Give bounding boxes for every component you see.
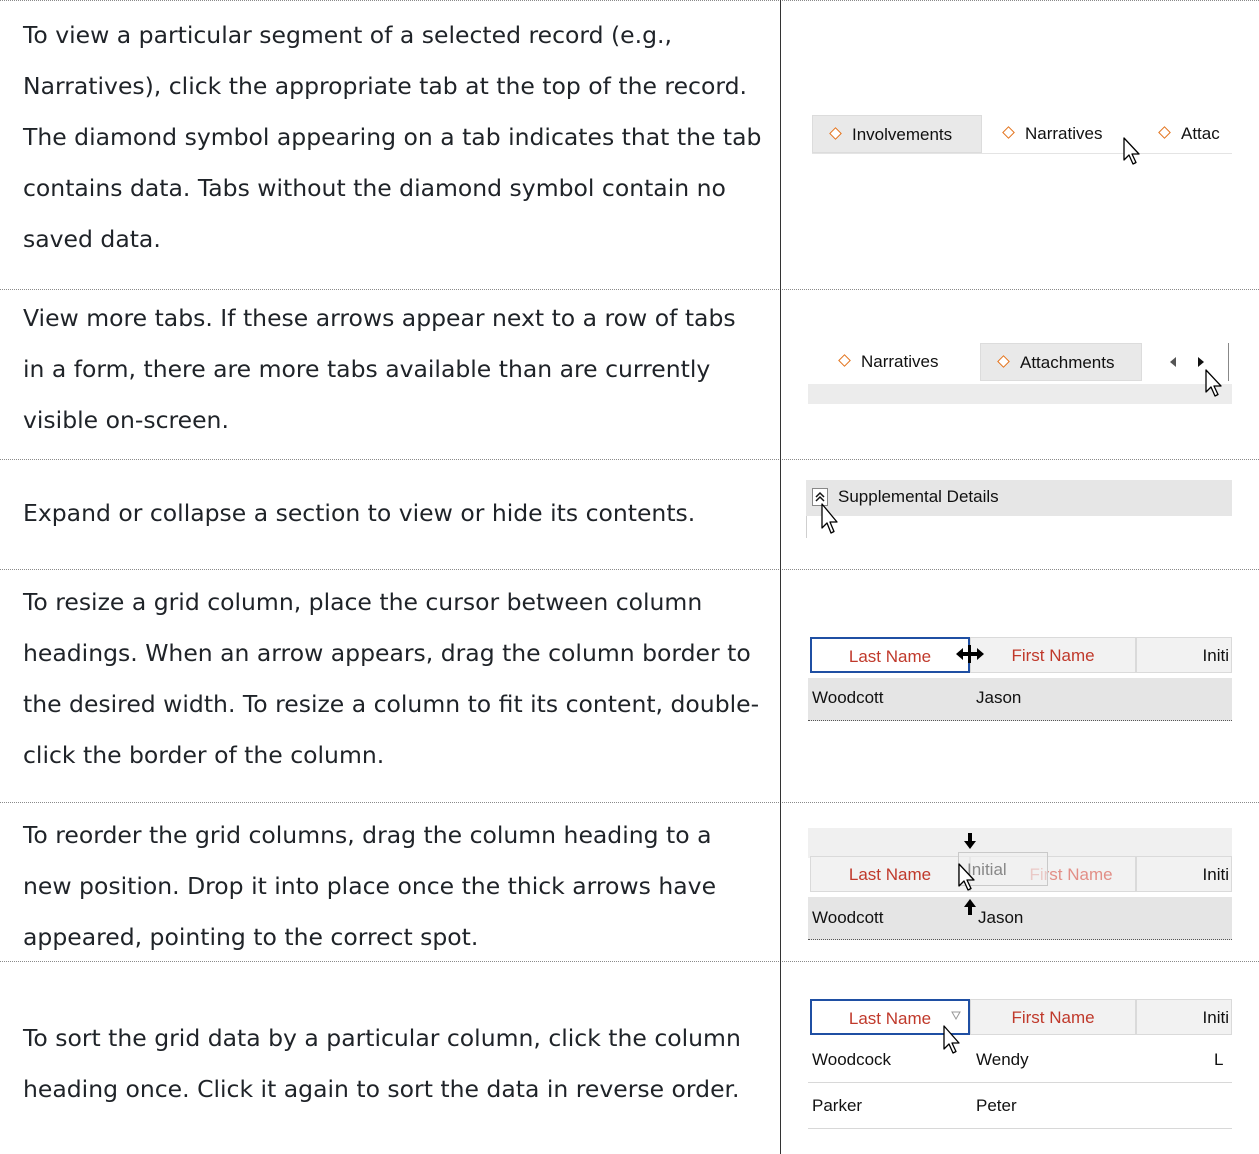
row-separator-1 <box>0 289 1259 290</box>
drop-arrow-down-icon <box>964 833 976 849</box>
column-header-initial[interactable]: Initi <box>1136 637 1232 673</box>
scroll-left-arrow-icon[interactable] <box>1168 356 1178 368</box>
row-4-description: To resize a grid column, place the curso… <box>23 588 760 769</box>
row-2-description: View more tabs. If these arrows appear n… <box>23 304 736 434</box>
cell-last-name: Woodcott <box>812 688 884 707</box>
row-5-description: To reorder the grid columns, drag the co… <box>23 821 717 951</box>
pointer-cursor-icon <box>821 503 838 534</box>
cell-first-name: Jason <box>978 908 1024 927</box>
tab-involvements[interactable]: Involvements <box>812 115 982 153</box>
pointer-cursor-icon <box>958 863 975 891</box>
sort-indicator-icon <box>951 1011 961 1020</box>
column-divider <box>780 0 781 1154</box>
data-diamond-icon <box>1158 126 1171 139</box>
tab-label: Involvements <box>852 125 953 144</box>
resize-cursor-icon <box>956 645 984 663</box>
section-title: Supplemental Details <box>838 487 999 506</box>
tab-narratives[interactable]: Narratives <box>986 115 1136 153</box>
cell-last-name: Parker <box>812 1096 863 1115</box>
cell-last-name: Woodcott <box>812 908 884 927</box>
row-3-description: Expand or collapse a section to view or … <box>23 499 696 527</box>
tab-label: Attachments <box>1020 353 1115 372</box>
pointer-cursor-icon <box>943 1025 960 1054</box>
row-1-description: To view a particular segment of a select… <box>23 21 762 253</box>
row-separator-3 <box>0 569 1259 570</box>
scroll-right-arrow-icon[interactable] <box>1196 356 1206 368</box>
column-header-initial[interactable]: Initi <box>1136 999 1232 1035</box>
column-header-first-name[interactable]: First Name <box>970 637 1136 673</box>
tab-label: Attac <box>1181 124 1220 143</box>
row-6-description: To sort the grid data by a particular co… <box>23 1024 741 1103</box>
column-header-last-name[interactable]: Last Name <box>810 637 970 673</box>
cell-first-name: Peter <box>976 1096 1017 1115</box>
cell-first-name: Jason <box>976 688 1022 707</box>
cell-first-name: Wendy <box>976 1050 1029 1069</box>
data-diamond-icon <box>1002 126 1015 139</box>
data-diamond-icon <box>829 127 842 140</box>
column-header-last-name[interactable]: Last Name <box>810 856 970 892</box>
pointer-cursor-icon <box>1123 137 1140 165</box>
data-diamond-icon <box>997 355 1010 368</box>
tab-attachments[interactable]: Attachments <box>980 343 1142 381</box>
data-diamond-icon <box>838 354 851 367</box>
tab-label: Narratives <box>861 352 939 371</box>
row-separator-2 <box>0 459 1259 460</box>
tab-attachments[interactable]: Attac <box>1142 115 1230 153</box>
drop-arrow-up-icon <box>964 899 976 915</box>
row-separator-top <box>0 0 1259 1</box>
table-row[interactable] <box>808 1084 1232 1129</box>
tab-narratives[interactable]: Narratives <box>822 343 972 381</box>
cell-last-name: Woodcock <box>812 1050 892 1069</box>
cell-initial: L <box>1214 1050 1224 1069</box>
tab-label: Narratives <box>1025 124 1103 143</box>
column-header-initial[interactable]: Initi <box>1136 856 1232 892</box>
pointer-cursor-icon <box>1205 369 1222 397</box>
column-header-first-name[interactable]: First Name <box>970 999 1136 1035</box>
row-separator-4 <box>0 802 1259 803</box>
